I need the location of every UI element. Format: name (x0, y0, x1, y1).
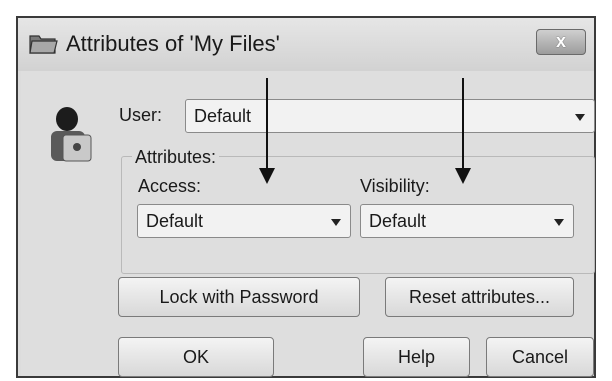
attributes-dialog: Attributes of 'My Files' x User: Default… (16, 16, 596, 378)
callout-arrowhead-access (259, 168, 275, 184)
window-title: Attributes of 'My Files' (66, 31, 280, 56)
visibility-select[interactable]: Default (360, 204, 574, 238)
close-button[interactable]: x (536, 29, 586, 55)
callout-arrow-access (266, 78, 268, 170)
callout-arrowhead-visibility (455, 168, 471, 184)
user-select-value: Default (194, 106, 252, 126)
user-select[interactable]: Default (185, 99, 595, 133)
access-label: Access: (138, 176, 202, 196)
help-button[interactable]: Help (363, 337, 470, 377)
visibility-label: Visibility: (360, 176, 430, 196)
lock-with-password-button[interactable]: Lock with Password (118, 277, 360, 317)
dialog-body: User: Default Attributes: Access: Defaul… (21, 71, 595, 377)
user-lock-icon (51, 107, 92, 162)
reset-attributes-button[interactable]: Reset attributes... (385, 277, 574, 317)
access-select-value: Default (146, 211, 204, 231)
chevron-down-icon (554, 219, 564, 226)
close-icon: x (555, 31, 566, 51)
attributes-group-label: Attributes: (132, 147, 220, 168)
access-select[interactable]: Default (137, 204, 351, 238)
folder-icon (29, 35, 58, 54)
ok-button[interactable]: OK (118, 337, 274, 377)
callout-arrow-visibility (462, 78, 464, 170)
chevron-down-icon (575, 114, 585, 121)
chevron-down-icon (331, 219, 341, 226)
visibility-select-value: Default (369, 211, 427, 231)
title-bar: Attributes of 'My Files' x (18, 18, 594, 71)
cancel-button[interactable]: Cancel (486, 337, 594, 377)
user-label: User: (119, 105, 163, 125)
